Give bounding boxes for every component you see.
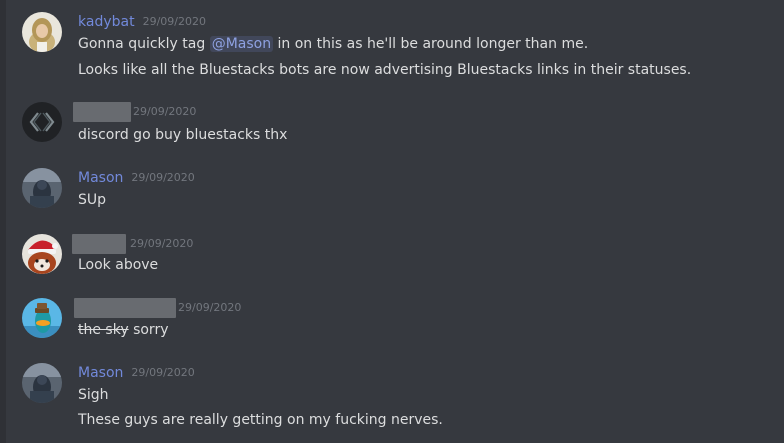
- mason-avatar-icon: [22, 363, 62, 403]
- message-redacted-user: 29/09/2020 the sky sorry: [0, 298, 784, 340]
- message-header: 29/09/2020: [72, 234, 193, 254]
- redacted-username: [73, 102, 131, 122]
- username[interactable]: Mason: [78, 168, 123, 188]
- message-line: Look above: [78, 257, 159, 273]
- avatar-redacted-user[interactable]: [22, 234, 62, 274]
- platypus-avatar-icon: [22, 298, 62, 338]
- message-header: 29/09/2020: [73, 102, 196, 122]
- message-header: 29/09/2020: [74, 298, 241, 318]
- avatar-kadybat[interactable]: [22, 12, 62, 52]
- timestamp: 29/09/2020: [131, 171, 195, 184]
- timestamp: 29/09/2020: [133, 105, 197, 118]
- message-header: kadybat 29/09/2020: [78, 12, 206, 32]
- timestamp: 29/09/2020: [130, 237, 194, 250]
- red-panda-santa-avatar-icon: [22, 234, 62, 274]
- message-redacted-user: 29/09/2020 Look above: [0, 234, 784, 276]
- username[interactable]: Mason: [78, 363, 123, 383]
- redacted-username: [74, 298, 176, 318]
- message-header: Mason 29/09/2020: [78, 168, 195, 188]
- message-text: Gonna quickly tag: [78, 36, 210, 52]
- avatar-redacted-user[interactable]: [22, 298, 62, 338]
- message-line: discord go buy bluestacks thx: [78, 127, 288, 143]
- message-line: Gonna quickly tag @Mason in on this as h…: [78, 34, 588, 54]
- username[interactable]: kadybat: [78, 12, 135, 32]
- timestamp: 29/09/2020: [142, 15, 206, 28]
- timestamp: 29/09/2020: [131, 366, 195, 379]
- timestamp: 29/09/2020: [178, 301, 242, 314]
- message-text: sorry: [128, 322, 169, 338]
- chat-message-list: kadybat 29/09/2020 Gonna quickly tag @Ma…: [0, 0, 784, 443]
- message-header: Mason 29/09/2020: [78, 363, 195, 383]
- strikethrough-text: the sky: [78, 322, 129, 338]
- message-line: Sigh: [78, 387, 109, 403]
- message-mason: Mason 29/09/2020 Sigh These guys are rea…: [0, 363, 784, 435]
- message-redacted-user: 29/09/2020 discord go buy bluestacks thx: [0, 102, 784, 144]
- avatar-mason[interactable]: [22, 363, 62, 403]
- mason-avatar-icon: [22, 168, 62, 208]
- redacted-username: [72, 234, 126, 254]
- avatar-mason[interactable]: [22, 168, 62, 208]
- message-line: Looks like all the Bluestacks bots are n…: [78, 62, 692, 78]
- code-brackets-avatar-icon: [22, 102, 62, 142]
- message-mason: Mason 29/09/2020 SUp: [0, 168, 784, 210]
- message-line: SUp: [78, 192, 107, 208]
- message-line: the sky sorry: [78, 320, 169, 340]
- message-kadybat: kadybat 29/09/2020 Gonna quickly tag @Ma…: [0, 12, 784, 82]
- user-mention[interactable]: @Mason: [209, 36, 274, 52]
- kadybat-avatar-icon: [22, 12, 62, 52]
- message-text: in on this as he'll be around longer tha…: [273, 36, 589, 52]
- avatar-redacted-user[interactable]: [22, 102, 62, 142]
- message-line: These guys are really getting on my fuck…: [78, 412, 443, 428]
